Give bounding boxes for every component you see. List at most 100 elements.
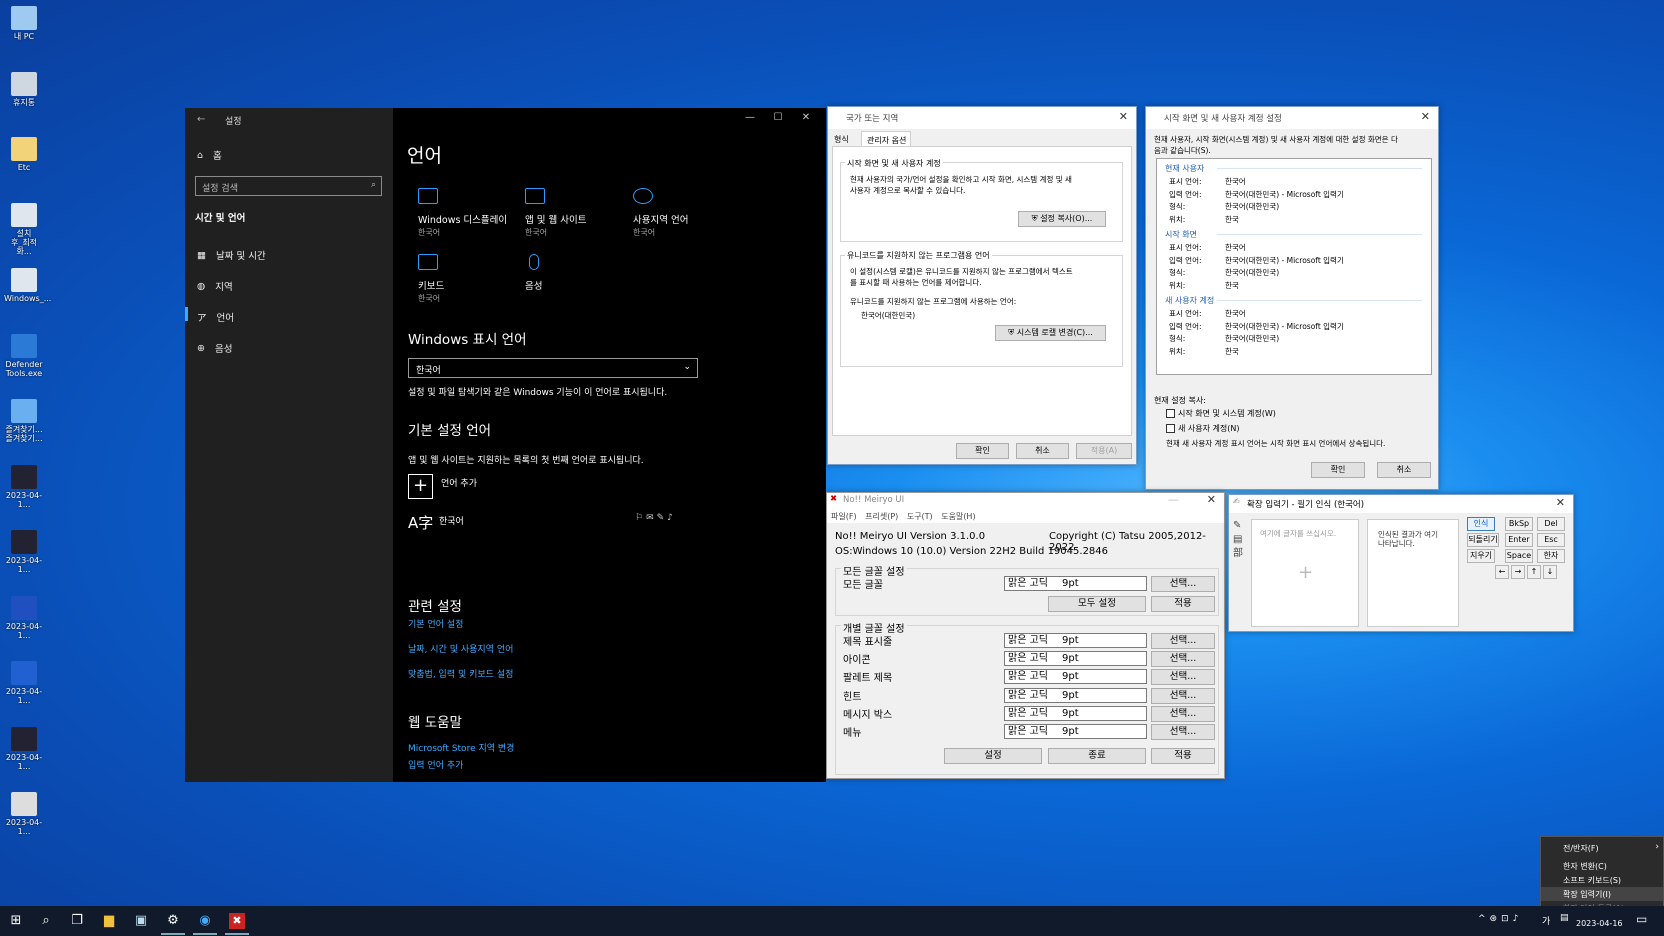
menu-help[interactable]: 도움말(H) <box>941 512 975 521</box>
start-icon[interactable]: ⊞ <box>8 913 24 929</box>
cancel-button[interactable]: 취소 <box>1016 443 1069 459</box>
task-view-icon[interactable]: ❐ <box>69 913 85 929</box>
menu-file[interactable]: 파일(F) <box>831 512 857 521</box>
ime-key[interactable]: Del <box>1537 517 1565 531</box>
exit-button[interactable]: 종료 <box>1048 748 1146 764</box>
nav-date-time[interactable]: ▦ 날짜 및 시간 <box>197 248 266 263</box>
recognition-result-box[interactable]: 인식된 결과가 여기 나타납니다. <box>1367 519 1459 627</box>
nav-home[interactable]: ⌂ 홈 <box>197 148 222 163</box>
ime-key[interactable]: Esc <box>1537 533 1565 547</box>
maximize-button[interactable]: ☐ <box>768 112 788 123</box>
desktop-icon[interactable]: Etc <box>4 137 44 172</box>
tile-keyboard[interactable]: 키보드 한국어 <box>418 254 444 304</box>
link-store-region[interactable]: Microsoft Store 지역 변경 <box>408 741 514 754</box>
tile-regional-format[interactable]: 사용지역 언어 한국어 <box>633 188 688 238</box>
add-language-label[interactable]: 언어 추가 <box>441 476 477 489</box>
tile-speech[interactable]: 음성 <box>525 254 542 292</box>
store-icon[interactable]: ▣ <box>133 913 149 929</box>
region-app-icon[interactable]: ◉ <box>197 913 213 929</box>
font-item-select-button[interactable]: 선택... <box>1151 705 1215 722</box>
nav-region[interactable]: ◍ 지역 <box>197 279 233 294</box>
keyboard-tray-icon[interactable]: ▤ <box>1560 913 1569 923</box>
ime-key[interactable]: Space <box>1505 549 1533 563</box>
font-item-select-button[interactable]: 선택... <box>1151 669 1215 686</box>
ime-key[interactable]: 한자 <box>1537 549 1565 563</box>
search-icon[interactable]: ⌕ <box>38 913 54 929</box>
desktop-icon[interactable]: 2023-04-1... <box>4 792 44 836</box>
notification-icon[interactable]: ▭ <box>1636 912 1647 926</box>
checkbox-new-user[interactable] <box>1166 424 1175 433</box>
close-icon[interactable]: ✕ <box>1207 493 1216 506</box>
desktop-icon[interactable]: 2023-04-1... <box>4 661 44 705</box>
ime-mode-icons[interactable]: ✎ ▤ 部 <box>1233 519 1243 561</box>
meiryo-app-icon[interactable]: ✖ <box>229 913 245 929</box>
menu-item-softkbd[interactable]: 소프트 키보드(S) <box>1563 875 1621 886</box>
close-icon[interactable]: ✕ <box>1421 110 1430 123</box>
undo-button[interactable]: 되돌리기 <box>1467 533 1499 547</box>
arrow-key[interactable]: ↓ <box>1543 565 1557 579</box>
arrow-key[interactable]: → <box>1511 565 1525 579</box>
minimize-button[interactable]: — <box>1168 493 1179 506</box>
desktop-icon[interactable]: 2023-04-1... <box>4 726 44 771</box>
ime-indicator[interactable]: 가 <box>1542 914 1550 927</box>
desktop-icon[interactable]: Windows_... <box>4 268 51 303</box>
erase-button[interactable]: 지우기 <box>1467 549 1495 563</box>
menu-preset[interactable]: 프리셋(P) <box>865 512 898 521</box>
desktop-icon[interactable]: 2023-04-1... <box>4 530 44 574</box>
minimize-button[interactable]: — <box>740 112 760 123</box>
file-explorer-icon[interactable]: ▆ <box>101 913 117 929</box>
desktop-icon[interactable]: 2023-04-1... <box>4 464 44 509</box>
settings-search-input[interactable]: 설정 검색 ⌕ <box>195 176 382 196</box>
handwriting-canvas[interactable]: 여기에 글자를 쓰십시오. + <box>1251 519 1359 627</box>
desktop-icon[interactable]: 설치 후_최적화... <box>4 202 44 256</box>
close-icon[interactable]: ✕ <box>1119 110 1128 123</box>
back-arrow-icon[interactable]: ← <box>197 114 205 125</box>
clock-date[interactable]: 2023-04-16 <box>1576 919 1623 928</box>
desktop-icon[interactable]: 휴지통 <box>4 71 44 107</box>
close-button[interactable]: ✕ <box>796 112 816 123</box>
close-icon[interactable]: ✕ <box>1556 496 1565 509</box>
link-spelling-typing[interactable]: 맞춤법, 입력 및 키보드 설정 <box>408 667 513 680</box>
all-apply-button[interactable]: 적용 <box>1151 596 1215 612</box>
ok-button[interactable]: 확인 <box>956 443 1009 459</box>
cancel-button[interactable]: 취소 <box>1377 462 1431 478</box>
ime-key[interactable]: Enter <box>1505 533 1533 547</box>
font-item-select-button[interactable]: 선택... <box>1151 651 1215 668</box>
display-language-select[interactable]: 한국어 ⌄ <box>408 358 698 378</box>
desktop-icon[interactable]: 즐겨찾기... 즐겨찾기... <box>4 399 44 443</box>
apply-button[interactable]: 적용(A) <box>1076 443 1132 459</box>
tray-icons[interactable]: ^⊛⊡♪ <box>1478 914 1522 924</box>
nav-speech[interactable]: ⊕ 음성 <box>197 341 232 356</box>
menu-item-ext-ime[interactable]: 확장 입력기(I) <box>1563 889 1611 900</box>
recognize-button[interactable]: 인식 <box>1467 517 1495 531</box>
desktop-icon[interactable]: 내 PC <box>4 6 44 41</box>
ok-button[interactable]: 확인 <box>1311 462 1365 478</box>
arrow-key[interactable]: ↑ <box>1527 565 1541 579</box>
checkbox-welcome[interactable] <box>1166 409 1175 418</box>
tab-admin[interactable]: 관리자 옵션 <box>861 131 911 147</box>
link-add-input-language[interactable]: 입력 언어 추가 <box>408 758 463 771</box>
settings-gear-icon[interactable]: ⚙ <box>165 913 181 929</box>
tab-format[interactable]: 형식 <box>834 134 849 145</box>
link-language-settings[interactable]: 기본 언어 설정 <box>408 617 463 630</box>
add-language-button[interactable]: + <box>408 474 433 499</box>
set-all-button[interactable]: 모두 설정 <box>1048 596 1146 612</box>
menu-item-hanja[interactable]: 한자 변환(C) <box>1563 861 1607 872</box>
change-locale-button[interactable]: ⛨ 시스템 로캘 변경(C)... <box>995 325 1106 341</box>
font-item-select-button[interactable]: 선택... <box>1151 687 1215 704</box>
all-fonts-select-button[interactable]: 선택... <box>1151 576 1215 592</box>
tile-windows-display[interactable]: Windows 디스플레이 한국어 <box>418 188 507 238</box>
language-item-label[interactable]: 한국어 <box>439 514 464 527</box>
nav-language[interactable]: ア 언어 <box>197 310 234 324</box>
menu-tools[interactable]: 도구(T) <box>907 512 933 521</box>
font-item-select-button[interactable]: 선택... <box>1151 633 1215 649</box>
menu-item-width[interactable]: 전/반자(F) <box>1563 843 1599 854</box>
arrow-key[interactable]: ← <box>1495 565 1509 579</box>
link-date-time-region[interactable]: 날짜, 시간 및 사용지역 언어 <box>408 642 513 655</box>
settings-button[interactable]: 설정 <box>944 748 1042 764</box>
tile-apps-websites[interactable]: 앱 및 웹 사이트 한국어 <box>525 188 587 238</box>
desktop-icon[interactable]: Defender Tools.exe <box>4 333 44 378</box>
desktop-icon[interactable]: 2023-04-1... <box>4 595 44 640</box>
font-item-select-button[interactable]: 선택... <box>1151 724 1215 740</box>
copy-settings-button[interactable]: ⛨ 설정 복사(O)... <box>1018 211 1106 227</box>
